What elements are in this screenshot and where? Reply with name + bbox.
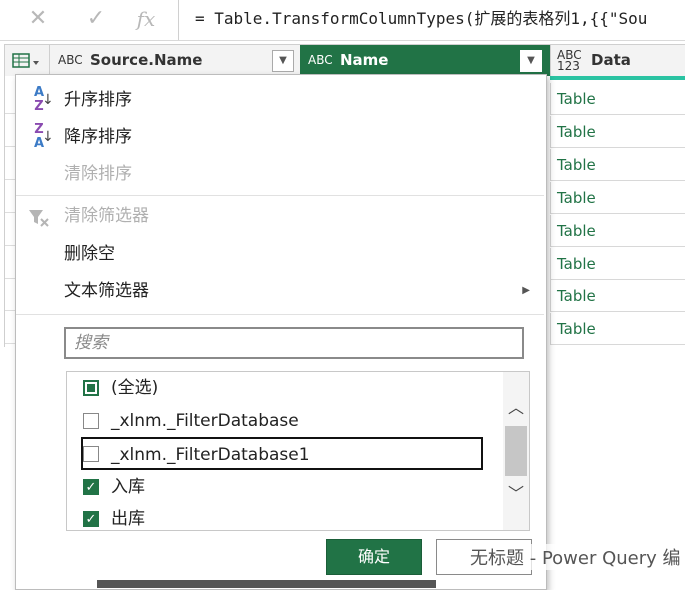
window-title-overlay: 无标题 - Power Query 编 (470, 544, 681, 570)
table-cell[interactable]: Table (550, 248, 685, 280)
sort-ascending-item[interactable]: AZ ↓ 升序排序 (16, 82, 544, 118)
chevron-down-icon[interactable]: ▼ (520, 50, 542, 72)
table-cell[interactable]: Table (550, 313, 685, 345)
table-cell[interactable]: Table (550, 83, 685, 115)
clear-filter-icon (26, 209, 52, 231)
menu-label: 文本筛选器 (64, 281, 149, 301)
list-item-select-all[interactable]: (全选) (67, 372, 507, 405)
column-name: Data (591, 51, 631, 69)
text-type-icon: ABC (58, 53, 83, 67)
text-type-icon: ABC (308, 53, 333, 67)
checkbox[interactable] (83, 446, 99, 462)
menu-label: 清除排序 (64, 164, 132, 184)
scrollbar-thumb[interactable] (505, 426, 527, 476)
clear-sort-item: 清除排序 (16, 156, 544, 192)
column-header-name[interactable]: ABC Name ▼ (300, 45, 550, 76)
column-quality-bar (550, 76, 685, 80)
search-input[interactable]: 搜索 (64, 327, 524, 359)
menu-label: 升序排序 (64, 90, 132, 110)
column-name: Source.Name (90, 51, 203, 69)
checkbox[interactable] (83, 413, 99, 429)
table-cell[interactable]: Table (550, 116, 685, 148)
table-menu-icon[interactable] (5, 45, 49, 76)
divider (16, 314, 544, 315)
table-cell[interactable]: Table (550, 280, 685, 312)
checkbox[interactable] (83, 380, 99, 396)
menu-label: 删除空 (64, 244, 115, 264)
down-arrow-icon: ↓ (42, 129, 54, 145)
chevron-up-icon[interactable]: ︿ (503, 394, 529, 418)
chevron-down-icon[interactable]: ▼ (272, 50, 294, 72)
list-item-label: (全选) (111, 378, 159, 398)
checkbox-checked[interactable]: ✓ (83, 479, 99, 495)
clear-filter-item: 清除筛选器 (16, 198, 544, 234)
text-filters-item[interactable]: 文本筛选器 ▶ (16, 273, 544, 309)
ok-button[interactable]: 确定 (326, 539, 422, 575)
column-header-source-name[interactable]: ABC Source.Name ▼ (49, 45, 300, 76)
table-cell[interactable]: Table (550, 149, 685, 181)
formula-bar: ✕ ✓ fx = Table.TransformColumnTypes(扩展的表… (0, 0, 685, 41)
list-item-label: 出库 (111, 509, 145, 529)
remove-empty-item[interactable]: 删除空 (16, 236, 544, 272)
scrollbar[interactable]: ︿ ﹀ (503, 372, 529, 530)
column-name: Name (340, 51, 389, 69)
sort-descending-item[interactable]: ZA ↓ 降序排序 (16, 119, 544, 155)
menu-label: 清除筛选器 (64, 206, 149, 226)
list-item[interactable]: _xlnm._FilterDatabase1 (81, 437, 483, 470)
table-cell[interactable]: Table (550, 215, 685, 247)
taskbar-strip (97, 580, 436, 588)
any-type-icon: ABC 123 (557, 48, 582, 73)
filter-value-list: (全选) _xlnm._FilterDatabase _xlnm._Filter… (66, 371, 530, 531)
list-item-label: _xlnm._FilterDatabase1 (111, 445, 310, 465)
divider (16, 195, 544, 196)
divider (178, 0, 179, 40)
close-icon[interactable]: ✕ (20, 4, 56, 34)
fx-icon[interactable]: fx (128, 4, 164, 34)
list-item[interactable]: ✓ 出库 (67, 503, 507, 530)
chevron-right-icon: ▶ (522, 285, 530, 296)
down-arrow-icon: ↓ (42, 92, 54, 108)
check-icon[interactable]: ✓ (78, 4, 114, 34)
list-item-label: _xlnm._FilterDatabase (111, 411, 299, 431)
formula-input[interactable]: = Table.TransformColumnTypes(扩展的表格列1,{{"… (195, 6, 647, 32)
list-item[interactable]: ✓ 入库 (67, 471, 507, 504)
filter-dropdown: AZ ↓ 升序排序 ZA ↓ 降序排序 清除排序 清除筛选器 删除空 文本筛选器… (15, 74, 547, 590)
checkbox-checked[interactable]: ✓ (83, 511, 99, 527)
table-cell[interactable]: Table (550, 182, 685, 214)
column-header-data[interactable]: ABC 123 Data (550, 45, 685, 76)
list-item-label: 入库 (111, 477, 145, 497)
list-item[interactable]: _xlnm._FilterDatabase (67, 405, 507, 438)
chevron-down-icon[interactable]: ﹀ (503, 480, 529, 504)
menu-label: 降序排序 (64, 127, 132, 147)
